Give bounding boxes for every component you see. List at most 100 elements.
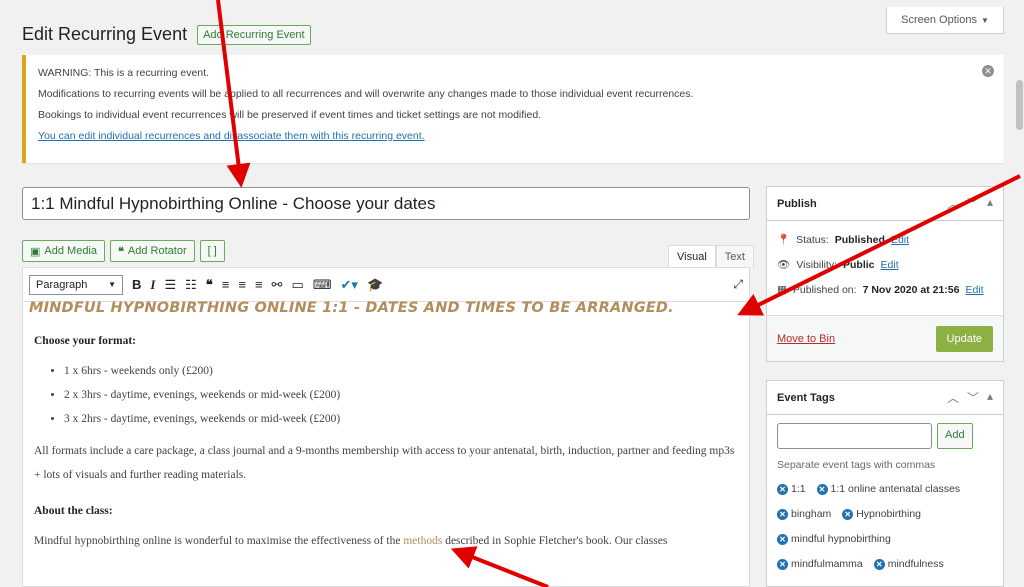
align-center-icon[interactable]: ≡ <box>238 277 246 292</box>
bullet-list-icon[interactable]: ☰ <box>164 277 176 293</box>
notice-line-3: Bookings to individual event recurrences… <box>38 109 542 121</box>
read-more-icon[interactable]: ▭ <box>291 277 303 293</box>
blockquote-icon[interactable]: ❝ <box>206 277 213 293</box>
about-heading: About the class: <box>34 505 113 517</box>
remove-tag-icon[interactable]: ✕ <box>777 534 788 545</box>
pin-icon: 📍 <box>777 234 791 246</box>
notice-line-2: Modifications to recurring events will b… <box>38 88 694 100</box>
editor-content[interactable]: MINDFUL HYPNOBIRTHING ONLINE 1:1 - DATES… <box>23 299 749 553</box>
format-select-value: Paragraph <box>36 278 88 291</box>
content-editor: Paragraph ▼ B I ☰ ☷ ❝ ≡ ≡ ≡ ⚯ ▭ ⌨ ✔▾ 🎓 ⤢… <box>22 267 750 587</box>
chevron-down-icon: ▼ <box>980 15 989 25</box>
format-heading: Choose your format: <box>34 335 136 347</box>
remove-tag-icon[interactable]: ✕ <box>842 509 854 520</box>
chevron-down-icon[interactable]: ﹀ <box>967 195 979 212</box>
editor-toolbar: Paragraph ▼ B I ☰ ☷ ❝ ≡ ≡ ≡ ⚯ ▭ ⌨ ✔▾ 🎓 ⤢ <box>23 268 749 302</box>
edit-recurrences-link[interactable]: You can edit individual recurrences and … <box>38 130 425 142</box>
warning-notice: WARNING: This is a recurring event. Modi… <box>22 55 1004 163</box>
chevron-down-icon: ▼ <box>108 280 116 289</box>
eye-icon: 👁 <box>777 259 791 271</box>
tag-item: ✕ bingham <box>777 502 831 527</box>
visibility-label: Visibility: <box>796 258 837 271</box>
content-heading: MINDFUL HYPNOBIRTHING ONLINE 1:1 - DATES… <box>29 300 674 316</box>
published-row: ▦ Published on: 7 Nov 2020 at 21:56 Edit <box>767 277 1003 302</box>
tag-item: ✕ mindfulness <box>873 552 944 577</box>
publish-box-header: Publish ︿ ﹀ ▴ <box>767 187 1003 221</box>
published-label: Published on: <box>792 283 857 296</box>
tag-help-text: Separate event tags with commas <box>777 459 936 471</box>
methods-link[interactable]: methods <box>403 535 442 547</box>
tab-text[interactable]: Text <box>715 245 754 268</box>
edit-date-link[interactable]: Edit <box>965 284 983 296</box>
list-item: 3 x 2hrs - daytime, evenings, weekends o… <box>64 407 737 431</box>
dismiss-icon[interactable]: ✕ <box>982 65 994 77</box>
publish-actions: Move to Bin Update <box>767 315 1003 361</box>
page-title: Edit Recurring Event <box>22 24 188 44</box>
tag-item: ✕ mindful hypnobirthing <box>777 527 891 552</box>
tag-list: ✕ 1:1 ✕ 1:1 online antenatal classes ✕ bing… <box>767 471 1003 577</box>
tag-input[interactable] <box>777 423 932 449</box>
graduation-cap-icon[interactable]: 🎓 <box>367 277 383 293</box>
content-paragraph: All formats include a care package, a cl… <box>34 445 735 481</box>
tag-item: ✕ Hypnobirthing <box>842 502 921 527</box>
link-icon[interactable]: ⚯ <box>272 277 283 293</box>
media-buttons: ▣ Add Media ❝ Add Rotator [ ] <box>22 240 225 262</box>
event-tags-title: Event Tags <box>777 391 835 404</box>
align-left-icon[interactable]: ≡ <box>222 277 230 292</box>
list-item: 2 x 3hrs - daytime, evenings, weekends o… <box>64 383 737 407</box>
visibility-value: Public <box>843 258 875 271</box>
bold-icon[interactable]: B <box>132 277 141 292</box>
numbered-list-icon[interactable]: ☷ <box>185 277 197 293</box>
edit-visibility-link[interactable]: Edit <box>881 259 899 271</box>
publish-box: Publish ︿ ﹀ ▴ 📍 Status: Published Edit 👁… <box>766 186 1004 362</box>
tab-visual[interactable]: Visual <box>668 245 716 268</box>
para-text: Mindful hypnobirthing online is wonderfu… <box>34 535 404 547</box>
add-media-button[interactable]: ▣ Add Media <box>22 240 105 262</box>
status-label: Status: <box>796 233 829 246</box>
checkmark-icon[interactable]: ✔▾ <box>341 277 358 293</box>
event-tags-box: Event Tags ︿ ﹀ ▴ Add Separate event tags… <box>766 380 1004 587</box>
chevron-up-icon[interactable]: ︿ <box>947 389 959 406</box>
format-list: 1 x 6hrs - weekends only (£200) 2 x 3hrs… <box>26 359 737 431</box>
update-button[interactable]: Update <box>935 325 993 352</box>
remove-tag-icon[interactable]: ✕ <box>873 559 885 570</box>
italic-icon[interactable]: I <box>150 277 155 293</box>
shortcode-button[interactable]: [ ] <box>199 240 225 262</box>
tag-item: ✕ mindfulmamma <box>777 552 863 577</box>
keyboard-icon[interactable]: ⌨ <box>313 277 332 293</box>
calendar-icon: ▦ <box>777 283 787 296</box>
chevron-up-icon[interactable]: ︿ <box>947 195 959 212</box>
notice-line-1: WARNING: This is a recurring event. <box>38 67 209 79</box>
remove-tag-icon[interactable]: ✕ <box>777 484 788 495</box>
remove-tag-icon[interactable]: ✕ <box>777 509 788 520</box>
page-scrollbar[interactable] <box>1015 0 1024 587</box>
tag-item: ✕ 1:1 online antenatal classes <box>816 477 960 502</box>
published-value: 7 Nov 2020 at 21:56 <box>862 283 960 296</box>
editor-tabs: Visual Text <box>668 245 754 268</box>
add-recurring-event-button[interactable]: Add Recurring Event <box>197 24 311 45</box>
collapse-icon[interactable]: ▴ <box>987 195 993 212</box>
add-rotator-button[interactable]: ❝ Add Rotator <box>110 240 195 262</box>
event-tags-header: Event Tags ︿ ﹀ ▴ <box>767 381 1003 415</box>
page-header: Edit Recurring Event Add Recurring Event <box>22 24 311 45</box>
event-title-input[interactable] <box>22 187 750 220</box>
fullscreen-icon[interactable]: ⤢ <box>733 277 743 292</box>
visibility-row: 👁 Visibility: Public Edit <box>767 252 1003 277</box>
chevron-down-icon[interactable]: ﹀ <box>967 389 979 406</box>
status-value: Published <box>834 233 885 246</box>
add-media-label: Add Media <box>44 245 97 257</box>
scrollbar-thumb[interactable] <box>1016 80 1023 130</box>
status-row: 📍 Status: Published Edit <box>767 227 1003 252</box>
align-right-icon[interactable]: ≡ <box>255 277 263 292</box>
tag-item: ✕ 1:1 <box>777 477 806 502</box>
media-icon: ▣ <box>30 245 41 258</box>
add-rotator-label: Add Rotator <box>127 245 187 257</box>
screen-options-button[interactable]: Screen Options ▼ <box>886 7 1004 34</box>
collapse-icon[interactable]: ▴ <box>987 389 993 406</box>
add-tag-button[interactable]: Add <box>937 423 973 449</box>
remove-tag-icon[interactable]: ✕ <box>816 484 828 495</box>
move-to-bin-link[interactable]: Move to Bin <box>777 333 835 345</box>
edit-status-link[interactable]: Edit <box>891 234 909 246</box>
remove-tag-icon[interactable]: ✕ <box>777 559 788 570</box>
format-select[interactable]: Paragraph ▼ <box>29 274 123 295</box>
